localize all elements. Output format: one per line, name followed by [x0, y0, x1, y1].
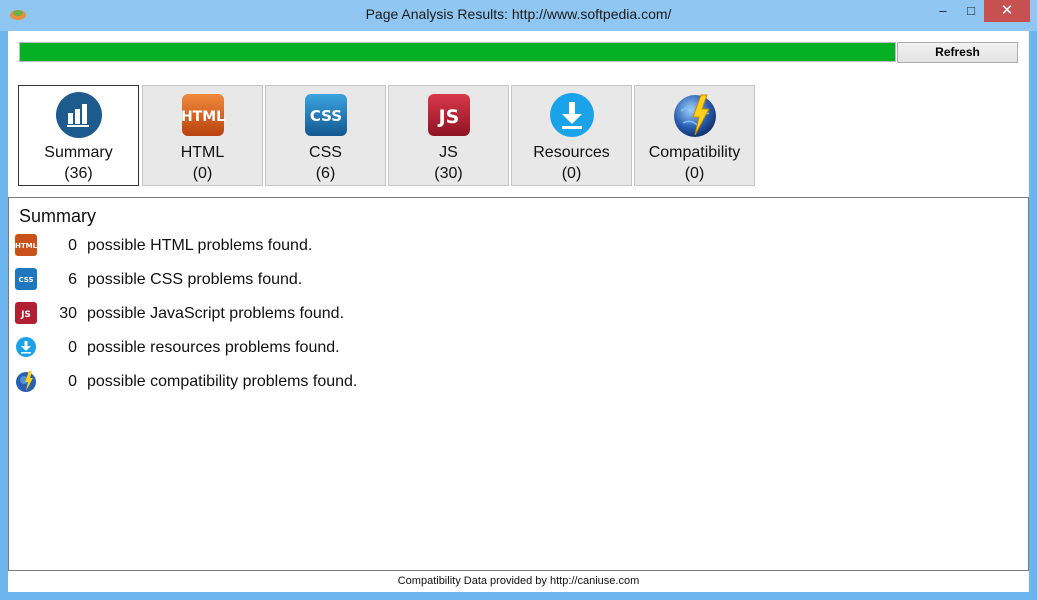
js-icon: JS	[428, 94, 470, 136]
app-window: Page Analysis Results: http://www.softpe…	[0, 0, 1037, 600]
list-item: CSS 6 possible CSS problems found.	[15, 268, 615, 292]
problem-count: 30	[59, 305, 77, 322]
maximize-button[interactable]: □	[958, 0, 984, 22]
globe-icon	[16, 371, 36, 392]
progress-fill	[20, 43, 895, 61]
download-icon	[550, 93, 594, 137]
close-button[interactable]: ✕	[984, 0, 1030, 22]
tab-count: (0)	[561, 165, 582, 182]
tab-compatibility[interactable]: Compatibility (0)	[634, 85, 755, 186]
tab-count: (30)	[434, 165, 463, 182]
problem-text: possible JavaScript problems found.	[87, 305, 345, 322]
css-icon: CSS	[305, 94, 347, 136]
problem-text: possible HTML problems found.	[87, 237, 313, 254]
problem-count: 0	[68, 237, 77, 254]
tab-count: (36)	[64, 165, 93, 182]
title-bar[interactable]: Page Analysis Results: http://www.softpe…	[0, 0, 1037, 31]
tab-label: Summary	[44, 144, 113, 161]
tab-html[interactable]: HTML HTML (0)	[142, 85, 263, 186]
html-icon-text: HTML	[181, 109, 225, 125]
list-item: 0 possible resources problems found.	[15, 336, 615, 360]
progress-bar	[19, 42, 896, 62]
css-icon-text: CSS	[310, 107, 342, 125]
globe-icon	[674, 94, 716, 137]
problem-count: 0	[68, 339, 77, 356]
problem-count: 0	[68, 373, 77, 390]
tab-label: Compatibility	[648, 144, 741, 161]
summary-panel: Summary HTML 0 possible HTML problems fo…	[8, 197, 1029, 571]
js-icon: JS	[15, 302, 37, 324]
minimize-button[interactable]: –	[930, 0, 956, 22]
tab-count: (0)	[192, 165, 213, 182]
css-icon-text: CSS	[18, 276, 33, 284]
refresh-button[interactable]: Refresh	[897, 42, 1018, 63]
tab-count: (0)	[684, 165, 705, 182]
tab-summary[interactable]: Summary (36)	[18, 85, 139, 186]
list-item: JS 30 possible JavaScript problems found…	[15, 302, 615, 326]
tab-label: CSS	[309, 144, 342, 161]
chart-icon	[56, 92, 102, 138]
js-icon-text: JS	[437, 106, 460, 128]
panel-title: Summary	[19, 206, 97, 226]
problem-text: possible compatibility problems found.	[87, 373, 358, 390]
tab-label: HTML	[180, 144, 225, 161]
problem-text: possible resources problems found.	[87, 339, 340, 356]
tab-js[interactable]: JS JS (30)	[388, 85, 509, 186]
js-icon-text: JS	[20, 310, 31, 320]
problem-count: 6	[68, 271, 77, 288]
footer-status: Compatibility Data provided by http://ca…	[8, 571, 1029, 592]
list-item: 0 possible compatibility problems found.	[15, 370, 615, 394]
html-icon-text: HTML	[15, 242, 37, 250]
tab-resources[interactable]: Resources (0)	[511, 85, 632, 186]
client-area: Refresh Summary (36) HTML HTML (0) CSS C…	[8, 31, 1029, 592]
window-title: Page Analysis Results: http://www.softpe…	[365, 6, 672, 22]
css-icon: CSS	[15, 268, 37, 290]
download-icon	[16, 337, 36, 357]
tab-label: Resources	[533, 144, 610, 161]
list-item: HTML 0 possible HTML problems found.	[15, 234, 615, 258]
problem-text: possible CSS problems found.	[87, 271, 303, 288]
tab-count: (6)	[315, 165, 336, 182]
html-icon: HTML	[15, 234, 37, 256]
html-icon: HTML	[181, 94, 225, 136]
tab-css[interactable]: CSS CSS (6)	[265, 85, 386, 186]
tab-label: JS	[439, 144, 458, 161]
